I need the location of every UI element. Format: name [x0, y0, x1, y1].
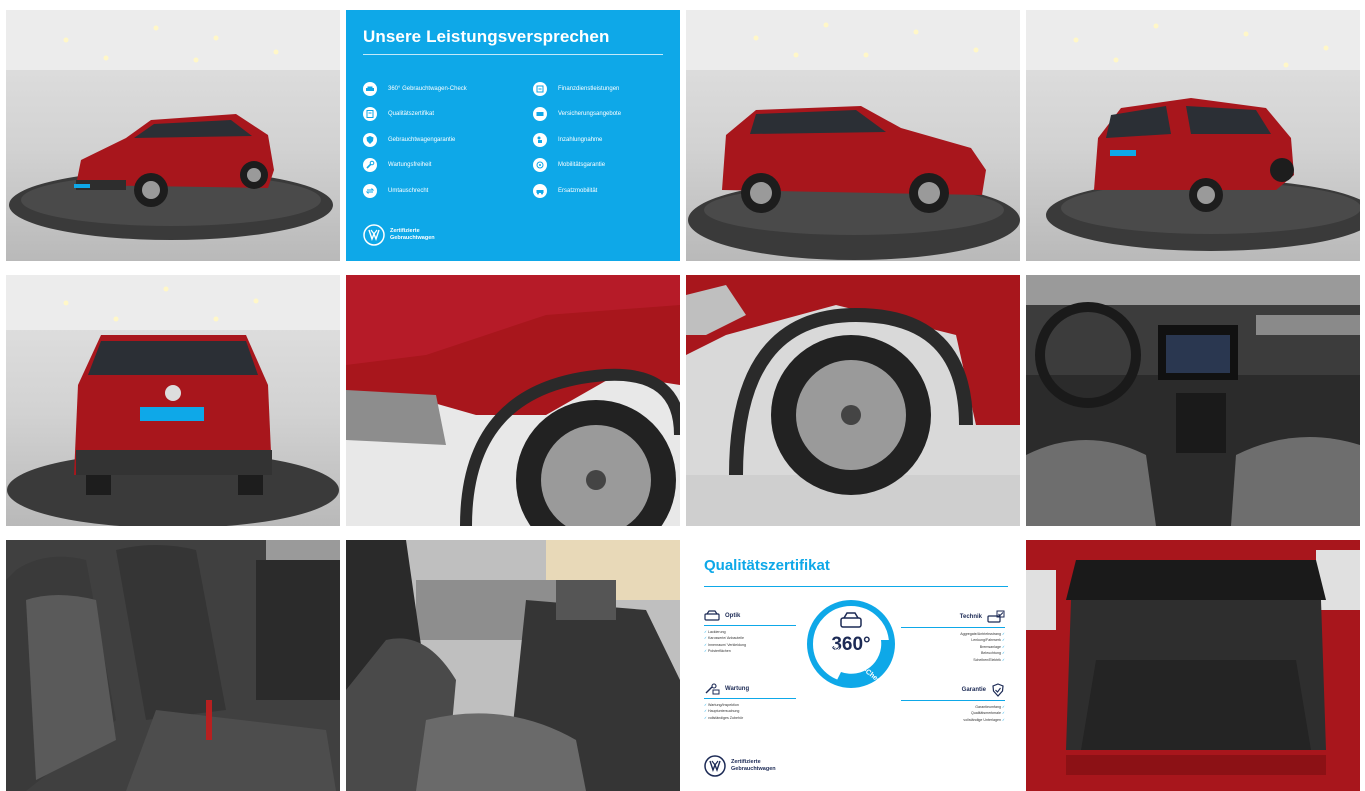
cert-divider: [704, 586, 1008, 587]
mobility-icon: [533, 158, 547, 173]
cert-title: Qualitätszertifikat: [704, 557, 830, 574]
photo-trunk[interactable]: [1026, 540, 1360, 791]
promise-item: Finanzdienstleistungen: [533, 76, 621, 102]
promise-title: Unsere Leistungsversprechen: [363, 27, 610, 46]
photo-front-seats-side[interactable]: [346, 540, 680, 791]
car-check-icon: [987, 610, 1005, 623]
promise-brand: Zertifizierte Gebrauchtwagen: [363, 224, 460, 246]
photo-front-three-quarter[interactable]: [6, 10, 340, 261]
promise-brand-label: Zertifizierte Gebrauchtwagen: [390, 228, 435, 241]
promise-item: Mobilitätsgarantie: [533, 153, 621, 179]
replacement-car-icon: [533, 183, 547, 198]
promise-item-label: Wartungsfreiheit: [388, 162, 432, 169]
promise-item-label: 360° Gebrauchtwagen-Check: [388, 85, 467, 92]
cert-group-wartung: Wartung Wartung/Inspektion Hauptuntersuc…: [704, 683, 796, 721]
promise-item-label: Gebrauchtwagengarantie: [388, 136, 456, 143]
trade-in-icon: [533, 132, 547, 147]
cert-group-title: Wartung: [725, 686, 750, 692]
promise-item: Umtauschrecht: [363, 178, 467, 204]
promise-item-label: Finanzdienstleistungen: [558, 85, 620, 92]
cert-group-garantie: Garantie Garantieumfang Qualitätsmerkmal…: [901, 683, 1005, 723]
promise-item: Wartungsfreiheit: [363, 153, 467, 179]
promise-item: Inzahlungnahme: [533, 127, 621, 153]
promise-item: Versicherungsangebote: [533, 102, 621, 128]
shield-check-icon: [992, 683, 1004, 697]
promise-item: Ersatzmobilität: [533, 178, 621, 204]
photo-rear-wheel-detail[interactable]: [686, 275, 1020, 526]
image-gallery: Unsere Leistungsversprechen 360° Gebrauc…: [0, 0, 1365, 791]
certificate-panel[interactable]: Qualitätszertifikat Optik Lackierung Kar…: [686, 540, 1020, 791]
promise-item-label: Inzahlungnahme: [558, 136, 603, 143]
cert-group-title: Technik: [959, 614, 982, 620]
cert-group-title: Optik: [725, 613, 741, 619]
photo-side-view[interactable]: [686, 10, 1020, 261]
maintenance-icon: [705, 683, 720, 695]
promise-item-label: Versicherungsangebote: [558, 111, 622, 118]
promise-item-label: Ersatzmobilität: [558, 187, 598, 194]
cert-item: Polsterflächen: [704, 648, 796, 654]
vw-logo-icon: [704, 755, 726, 777]
car-check-icon: [363, 81, 377, 96]
cert-group-line: [704, 625, 796, 626]
cert-brand: Zertifizierte Gebrauchtwagen: [704, 755, 801, 777]
promise-list-right: Finanzdienstleistungen Versicherungsange…: [533, 76, 621, 204]
insurance-icon: [533, 107, 547, 122]
cert-group-line: [901, 627, 1005, 628]
cert-brand-label: Zertifizierte Gebrauchtwagen: [731, 759, 776, 772]
photo-cockpit[interactable]: [1026, 275, 1360, 526]
photo-rear-seats[interactable]: [6, 540, 340, 791]
certificate-icon: [363, 107, 377, 122]
promise-list-left: 360° Gebrauchtwagen-Check Qualitätszerti…: [363, 76, 467, 204]
car-front-icon: [704, 610, 720, 621]
cert-item: Scheiben/Elektrik: [901, 657, 1005, 663]
photo-rear-three-quarter[interactable]: [1026, 10, 1360, 261]
cert-group-line: [704, 698, 796, 699]
promise-panel[interactable]: Unsere Leistungsversprechen 360° Gebrauc…: [346, 10, 680, 261]
finance-icon: [533, 81, 547, 96]
photo-rear-view[interactable]: [6, 275, 340, 526]
shield-icon: [363, 132, 377, 147]
promise-item-label: Mobilitätsgarantie: [558, 162, 606, 169]
cert-group-optik: Optik Lackierung Karosserie/ Anbauteile …: [704, 610, 796, 655]
cert-group-line: [901, 700, 1005, 701]
exchange-icon: [363, 183, 377, 198]
cert-item: vollständiges Zubehör: [704, 715, 796, 721]
photo-front-wheel-detail[interactable]: [346, 275, 680, 526]
promise-item-label: Umtauschrecht: [388, 187, 429, 194]
promise-item: 360° Gebrauchtwagen-Check: [363, 76, 467, 102]
promise-item-label: Qualitätszertifikat: [388, 111, 435, 118]
promise-item: Qualitätszertifikat: [363, 102, 467, 128]
cert-group-title: Garantie: [961, 687, 986, 693]
cert-group-technik: Technik Aggregate/Antriebsstrang Lenkung…: [901, 610, 1005, 663]
cert-item: vollständige Unterlagen: [901, 717, 1005, 723]
wrench-icon: [363, 158, 377, 173]
promise-item: Gebrauchtwagengarantie: [363, 127, 467, 153]
vw-logo-icon: [363, 224, 385, 246]
promise-divider: [363, 54, 663, 55]
